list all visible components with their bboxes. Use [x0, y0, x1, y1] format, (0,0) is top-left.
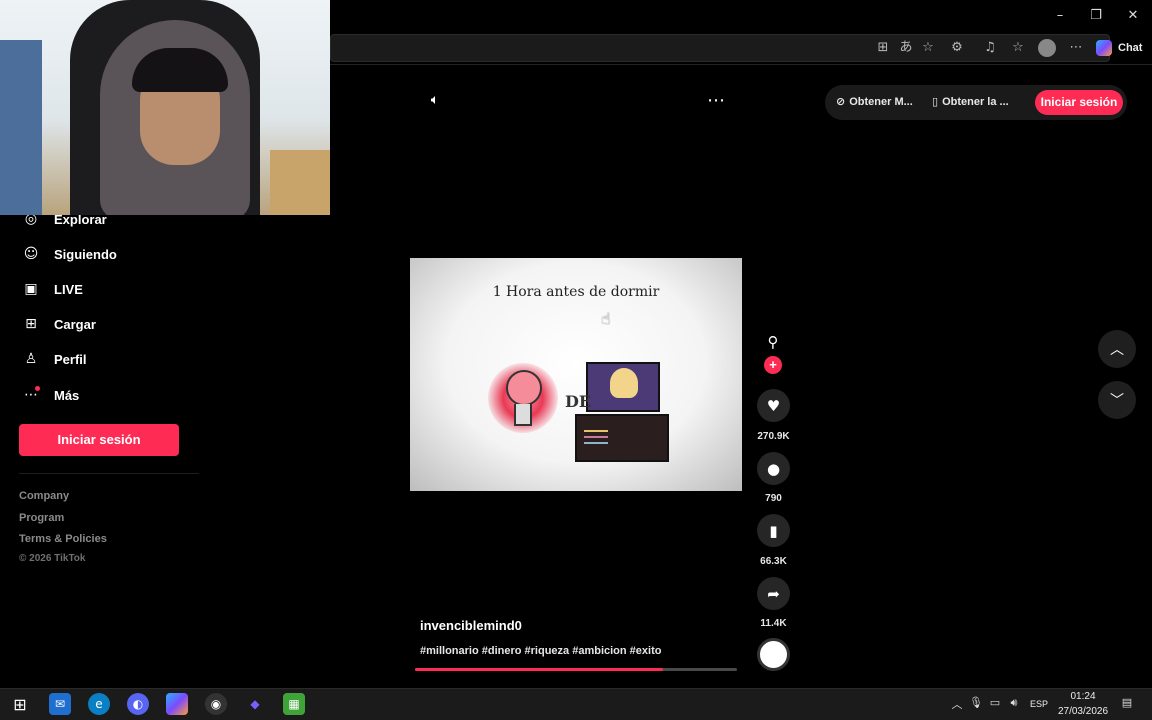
header-login-button[interactable]: Iniciar sesión — [1035, 90, 1123, 115]
lightbulb-icon — [506, 370, 542, 406]
favorites-icon[interactable]: ☆ — [1008, 38, 1028, 58]
obs-icon[interactable]: ◉ — [205, 693, 227, 715]
cartoon-character — [610, 368, 638, 398]
heart-icon: ♥ — [766, 396, 781, 415]
previous-video-button[interactable]: ︿ — [1098, 330, 1136, 368]
like-count: 270.9K — [757, 431, 790, 442]
upload-icon: ⊞ — [25, 316, 37, 332]
sidebar-login-button[interactable]: Iniciar sesión — [19, 424, 179, 456]
footer-link-company[interactable]: Company — [19, 490, 69, 502]
sidebar-item-cargar[interactable]: ⊞ Cargar — [22, 312, 96, 336]
copilot-icon — [1096, 40, 1112, 56]
get-coins-label: Obtener M... — [849, 95, 913, 108]
get-app-label: Obtener la ... — [942, 95, 1009, 108]
phone-icon: ▯ — [932, 95, 939, 108]
share-count: 11.4K — [760, 618, 787, 629]
video-progress-fill — [415, 668, 663, 671]
video-player[interactable]: 1 Hora antes de dormir DE — [410, 258, 742, 491]
volume-icon[interactable]: 🔈︎ — [425, 92, 445, 112]
comment-button[interactable]: ● — [757, 452, 790, 485]
copyright-text: © 2026 TikTok — [19, 553, 86, 564]
share-icon: ➦ — [767, 584, 780, 603]
chevron-up-icon: ︿ — [1110, 342, 1124, 358]
sidebar-item-label: Cargar — [54, 316, 96, 332]
notification-icon[interactable]: ▤ — [1120, 696, 1134, 712]
sidebar-item-label: Perfil — [54, 351, 87, 367]
sidebar-item-mas[interactable]: ⋯ Más — [22, 383, 79, 407]
author-avatar-icon[interactable]: ⚲ — [762, 333, 784, 355]
bookmark-icon: ▮ — [769, 521, 778, 540]
sidebar-divider — [19, 473, 199, 474]
profile-icon: ♙ — [24, 351, 38, 367]
copilot-taskbar-icon[interactable] — [166, 693, 188, 715]
discord-icon[interactable]: ◐ — [127, 693, 149, 715]
more-options-icon[interactable]: ⋯ — [703, 90, 729, 111]
hand-cursor-icon: ☝ — [601, 309, 611, 328]
sidebar-item-label: LIVE — [54, 281, 83, 297]
footer-link-terms[interactable]: Terms & Policies — [19, 533, 107, 545]
split-screen-icon[interactable]: ♫ — [980, 38, 1000, 58]
windows-start-icon[interactable]: ⊞ — [9, 693, 31, 715]
save-button[interactable]: ▮ — [757, 514, 790, 547]
outlook-icon[interactable]: ✉ — [49, 693, 71, 715]
save-count: 66.3K — [760, 556, 787, 567]
sidebar-item-label: Siguiendo — [54, 246, 117, 262]
minimize-icon[interactable]: – — [1047, 6, 1073, 26]
video-overlay-word: DE — [565, 392, 592, 411]
edge-icon[interactable]: e — [88, 693, 110, 715]
translate-icon[interactable]: あ — [896, 38, 916, 58]
sidebar-item-label: Más — [54, 387, 80, 403]
app-available-icon[interactable]: ⊞ — [873, 38, 893, 58]
network-icon[interactable]: ▭ — [988, 696, 1002, 712]
coin-icon: ⊘ — [836, 95, 846, 108]
follow-button[interactable]: + — [764, 356, 782, 374]
settings-more-icon[interactable]: ⋯ — [1066, 38, 1086, 58]
sidebar-item-siguiendo[interactable]: ☺ Siguiendo — [22, 242, 117, 266]
desk-illustration — [575, 414, 669, 462]
close-icon[interactable]: ✕ — [1120, 6, 1146, 26]
video-progress-bar[interactable] — [415, 668, 737, 671]
get-coins-button[interactable]: ⊘ Obtener M... — [836, 95, 913, 108]
author-username[interactable]: invenciblemind0 — [420, 618, 522, 633]
profile-avatar[interactable] — [1038, 39, 1056, 57]
like-button[interactable]: ♥ — [757, 389, 790, 422]
music-disc-icon[interactable] — [757, 638, 790, 671]
video-caption[interactable]: #millonario #dinero #riqueza #ambicion #… — [420, 645, 661, 657]
extensions-icon[interactable]: ⚙ — [947, 38, 967, 58]
app-diamond-icon[interactable]: ◆ — [244, 693, 266, 715]
video-overlay-text: 1 Hora antes de dormir — [492, 284, 660, 300]
chevron-up-tray-icon[interactable]: ︿ — [950, 696, 964, 712]
language-indicator[interactable]: ESP — [1030, 699, 1048, 709]
webcam-overlay — [0, 0, 330, 215]
comment-count: 790 — [765, 493, 782, 504]
chevron-down-icon: ﹀ — [1110, 393, 1124, 409]
lightbulb-base — [514, 404, 532, 426]
next-video-button[interactable]: ﹀ — [1098, 381, 1136, 419]
copilot-chat-button[interactable]: Chat — [1096, 38, 1142, 58]
favorite-star-icon[interactable]: ☆ — [918, 38, 938, 58]
footer-link-program[interactable]: Program — [19, 512, 64, 524]
minecraft-icon[interactable]: ▦ — [283, 693, 305, 715]
chat-label: Chat — [1118, 42, 1143, 54]
sidebar-item-perfil[interactable]: ♙ Perfil — [22, 347, 87, 371]
restore-icon[interactable]: ❐ — [1083, 6, 1109, 26]
speaker-icon[interactable]: 🔊︎ — [1007, 696, 1021, 712]
share-button[interactable]: ➦ — [757, 577, 790, 610]
get-app-button[interactable]: ▯ Obtener la ... — [932, 95, 1009, 108]
more-icon: ⋯ — [24, 386, 40, 403]
clock-date[interactable]: 27/03/2026 — [1055, 706, 1111, 717]
microphone-icon[interactable]: 🎙︎ — [969, 696, 983, 712]
comment-icon: ● — [766, 459, 781, 478]
following-icon: ☺ — [23, 246, 39, 262]
live-icon: ▣ — [24, 281, 38, 297]
sidebar-item-live[interactable]: ▣ LIVE — [22, 277, 83, 301]
clock-time[interactable]: 01:24 — [1055, 691, 1111, 702]
